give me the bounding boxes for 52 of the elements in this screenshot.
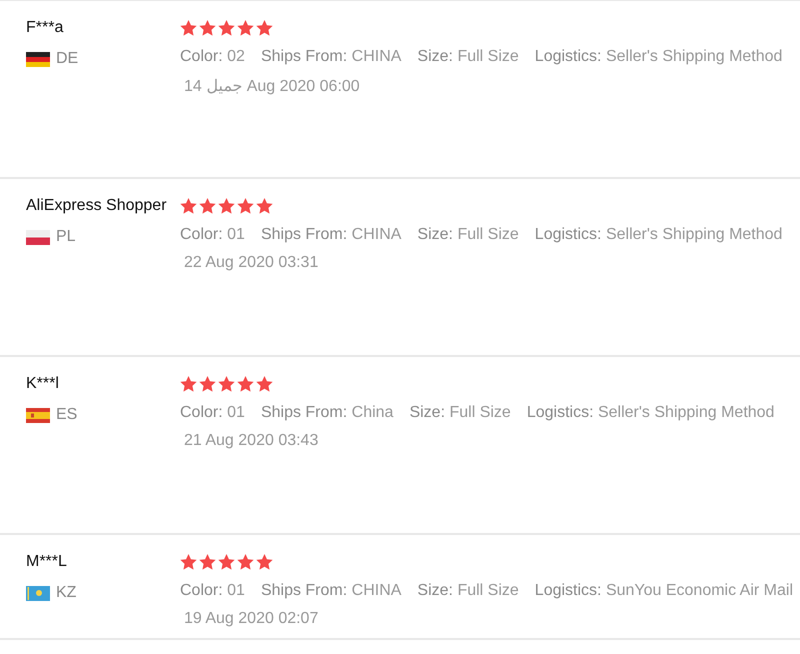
- star-icon: [199, 376, 216, 392]
- flag-icon: [26, 408, 50, 422]
- star-icon: [199, 554, 216, 570]
- star-icon: [218, 198, 235, 214]
- attribute-text: Color: 01: [180, 226, 245, 244]
- star-icon: [237, 198, 254, 214]
- star-icon: [256, 376, 273, 392]
- reviewer-name: K***l: [26, 374, 60, 394]
- attribute-text: Size: Full Size: [417, 48, 519, 66]
- star-icon: [237, 376, 254, 392]
- attribute-text: Size: Full Size: [417, 582, 519, 600]
- star-icon: [218, 376, 235, 392]
- flag-icon: [26, 230, 50, 244]
- star-icon: [180, 20, 197, 36]
- review-date: 22 Aug 2020 03:31: [184, 254, 320, 272]
- country-code: ES: [56, 406, 78, 424]
- review-date: 21 Aug 2020 03:43: [184, 432, 320, 450]
- country-code: KZ: [56, 584, 76, 602]
- attribute-text: Logistics: Seller's Shipping Method: [534, 226, 782, 244]
- attribute-text: Logistics: Seller's Shipping Method: [534, 48, 782, 66]
- country-code: PL: [56, 228, 76, 246]
- star-icon: [199, 198, 216, 214]
- star-icon: [256, 554, 273, 570]
- reviewer-name: F***a: [26, 18, 64, 38]
- reviewer-name: M***L: [26, 552, 68, 572]
- attribute-text: Ships From: CHINA: [260, 226, 402, 244]
- attribute-text: Logistics: Seller's Shipping Method: [526, 404, 774, 422]
- attribute-text: Color: 02: [180, 48, 245, 66]
- attribute-text: Ships From: CHINA: [260, 582, 402, 600]
- attribute-text: Ships From: China: [260, 404, 394, 422]
- attribute-text: Ships From: CHINA: [260, 48, 402, 66]
- attribute-text: Color: 01: [180, 582, 245, 600]
- flag-icon: [26, 52, 50, 66]
- star-icon: [180, 376, 197, 392]
- attribute-text: Logistics: SunYou Economic Air Mail: [534, 582, 794, 600]
- flag-icon: [26, 586, 50, 600]
- review-date: 14 جميل Aug 2020 06:00: [184, 77, 361, 96]
- star-icon: [218, 20, 235, 36]
- country-code: DE: [56, 50, 78, 68]
- star-icon: [256, 20, 273, 36]
- star-icon: [218, 554, 235, 570]
- star-icon: [180, 198, 197, 214]
- attribute-text: Color: 01: [180, 404, 245, 422]
- star-icon: [237, 554, 254, 570]
- star-icon: [237, 20, 254, 36]
- star-icon: [180, 554, 197, 570]
- attribute-text: Size: Full Size: [417, 226, 519, 244]
- reviewer-name: AliExpress Shopper: [26, 196, 168, 216]
- review-date: 19 Aug 2020 02:07: [184, 610, 320, 628]
- star-icon: [256, 198, 273, 214]
- star-icon: [199, 20, 216, 36]
- attribute-text: Size: Full Size: [409, 404, 511, 422]
